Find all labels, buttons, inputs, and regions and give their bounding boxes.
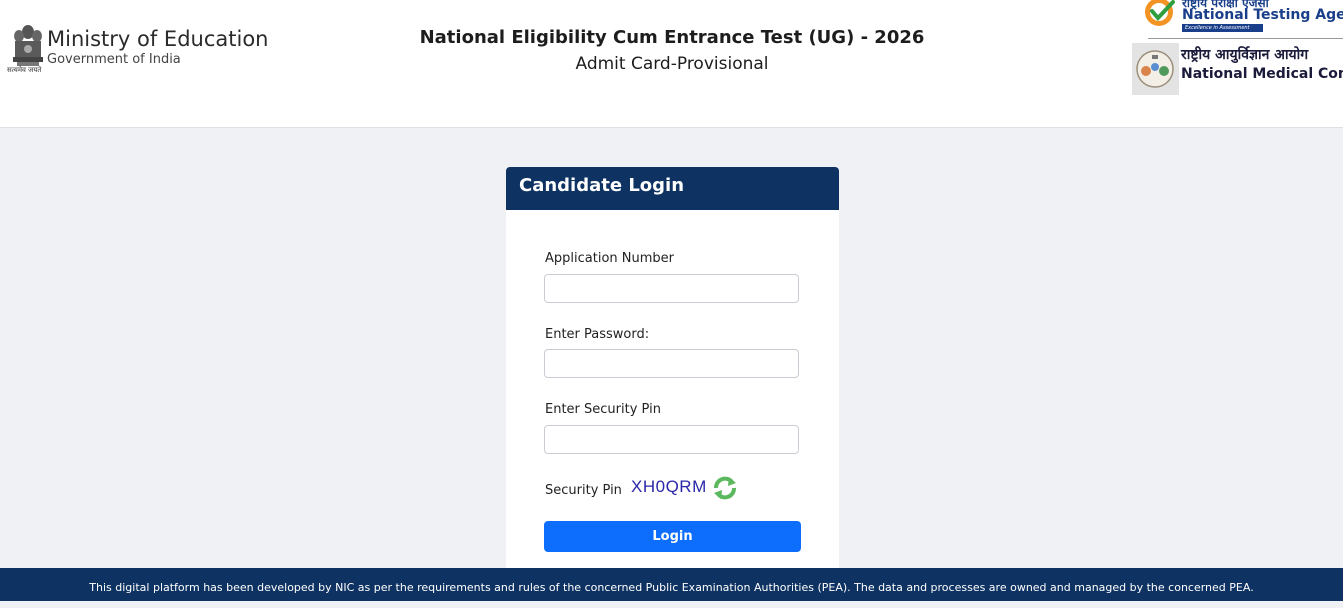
nta-tagline: Excellence in Assessment bbox=[1182, 24, 1263, 32]
candidate-login-card: Candidate Login Application Number Enter… bbox=[506, 167, 839, 587]
footer-disclaimer: This digital platform has been developed… bbox=[0, 568, 1343, 601]
refresh-icon[interactable] bbox=[712, 475, 738, 501]
security-pin-input-label: Enter Security Pin bbox=[545, 402, 661, 417]
exam-title: National Eligibility Cum Entrance Test (… bbox=[419, 27, 925, 48]
emblem-motto: सत्यमेव जयते bbox=[7, 66, 42, 74]
application-number-input[interactable] bbox=[544, 274, 799, 303]
nmc-name: National Medical Commis bbox=[1181, 66, 1343, 82]
password-label: Enter Password: bbox=[545, 327, 650, 342]
nmc-hindi-name: राष्ट्रीय आयुर्विज्ञान आयोग bbox=[1181, 47, 1309, 63]
exam-subtitle: Admit Card-Provisional bbox=[575, 54, 769, 74]
page-header: सत्यमेव जयते Ministry of Education Gover… bbox=[0, 0, 1343, 128]
ministry-subtitle: Government of India bbox=[47, 52, 181, 67]
nta-logo-icon bbox=[1145, 0, 1175, 26]
nmc-logo-icon bbox=[1132, 43, 1179, 95]
security-pin-input[interactable] bbox=[544, 425, 799, 454]
ministry-title: Ministry of Education bbox=[47, 27, 269, 51]
login-button[interactable]: Login bbox=[544, 521, 801, 552]
login-card-title: Candidate Login bbox=[506, 167, 839, 210]
security-pin-label: Security Pin bbox=[545, 483, 622, 498]
security-pin-captcha: XH0QRM bbox=[631, 477, 707, 496]
password-input[interactable] bbox=[544, 349, 799, 378]
logo-divider bbox=[1148, 38, 1343, 39]
nta-name: National Testing Agenc bbox=[1182, 7, 1343, 23]
application-number-label: Application Number bbox=[545, 251, 674, 266]
